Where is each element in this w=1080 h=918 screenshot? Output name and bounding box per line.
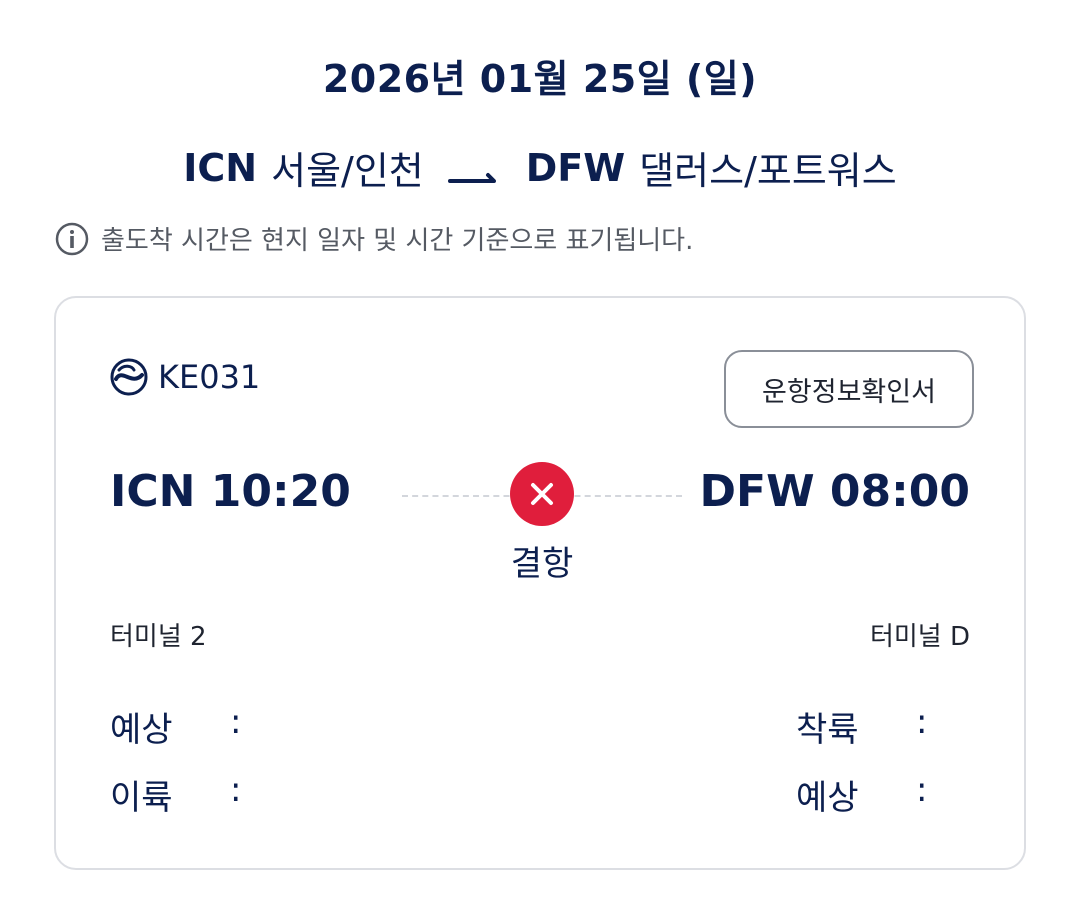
arrival-landing-row: 착륙 : bbox=[796, 702, 936, 751]
flight-number: KE031 bbox=[158, 358, 261, 396]
row-label: 이륙 bbox=[110, 778, 173, 818]
row-label: 예상 bbox=[110, 710, 173, 750]
info-icon bbox=[55, 222, 89, 255]
row-separator: : bbox=[230, 702, 242, 742]
row-separator: : bbox=[916, 702, 928, 742]
departure-expected-row: 예상 : bbox=[110, 702, 250, 751]
row-separator: : bbox=[230, 770, 242, 810]
origin-code: ICN bbox=[183, 145, 258, 190]
row-label: 착륙 bbox=[796, 710, 859, 750]
destination-code: DFW bbox=[525, 145, 626, 190]
arrival-terminal: 터미널 D bbox=[869, 622, 970, 652]
flight-card: KE031 운항정보확인서 ICN 10:20 DFW 08:00 결항 터미널… bbox=[54, 296, 1026, 870]
korean-air-logo-icon bbox=[110, 358, 148, 396]
flight-status-text: 결항 bbox=[510, 544, 574, 584]
plane-arrow-icon bbox=[447, 155, 502, 183]
departure-takeoff-row: 이륙 : bbox=[110, 770, 250, 819]
arrival-expected-row: 예상 : bbox=[796, 770, 936, 819]
flight-info-certificate-button[interactable]: 운항정보확인서 bbox=[724, 350, 974, 428]
notice-text: 출도착 시간은 현지 일자 및 시간 기준으로 표기됩니다. bbox=[101, 226, 694, 256]
departure-terminal: 터미널 2 bbox=[110, 622, 207, 652]
departure-airport-time: ICN 10:20 bbox=[110, 466, 351, 517]
destination-city: 댈러스/포트워스 bbox=[639, 149, 897, 193]
flight-date-title: 2026년 01월 25일 (일) bbox=[322, 57, 758, 101]
row-label: 예상 bbox=[796, 778, 859, 818]
time-notice: 출도착 시간은 현지 일자 및 시간 기준으로 표기됩니다. bbox=[55, 220, 693, 257]
origin-city: 서울/인천 bbox=[271, 149, 424, 193]
arrival-airport-time: DFW 08:00 bbox=[699, 466, 971, 517]
cancelled-x-icon bbox=[510, 462, 574, 526]
route-summary: ICN 서울/인천 DFW 댈러스/포트워스 bbox=[0, 140, 1080, 195]
row-separator: : bbox=[916, 770, 928, 810]
airline-info: KE031 bbox=[110, 358, 260, 396]
